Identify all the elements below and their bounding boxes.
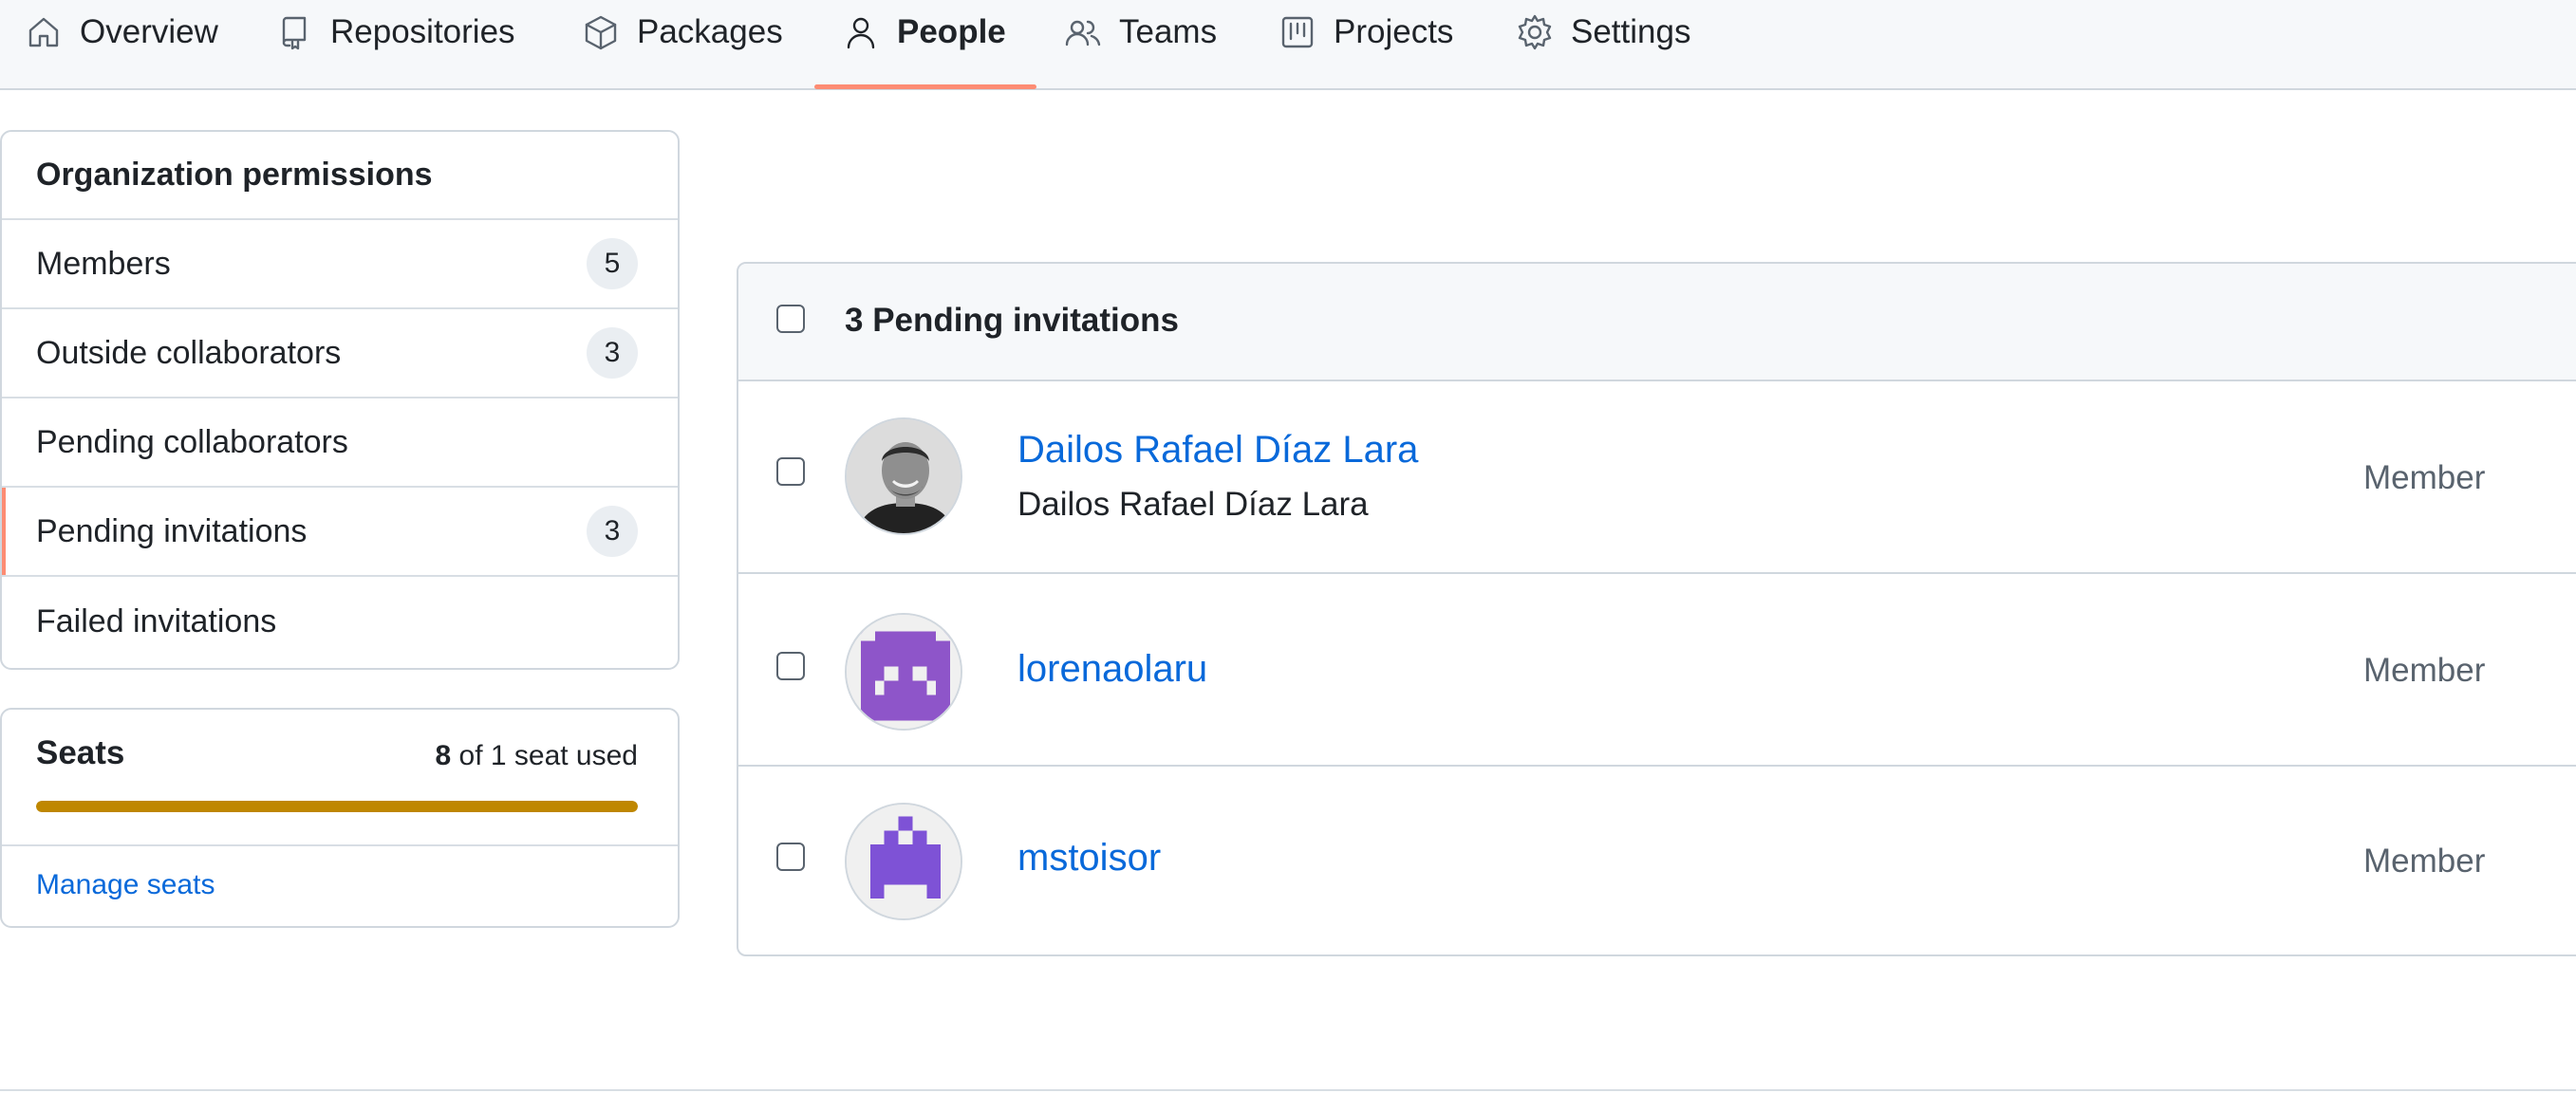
tab-projects[interactable]: Projects xyxy=(1279,0,1453,65)
member-login-link[interactable]: lorenaolaru xyxy=(1017,648,1207,691)
tab-settings-label: Settings xyxy=(1571,13,1691,50)
repo-icon xyxy=(282,16,307,50)
menu-heading: Organization permissions xyxy=(2,132,678,220)
photo-avatar[interactable] xyxy=(845,417,962,535)
tab-teams[interactable]: Teams xyxy=(1064,0,1217,65)
menu-item-label: Members xyxy=(36,245,171,282)
member-role: Member xyxy=(2363,652,2486,689)
seats-usage-text: 8 of 1 seat used xyxy=(436,740,639,772)
row-checkbox[interactable] xyxy=(776,457,805,486)
menu-item-label: Pending collaborators xyxy=(36,423,348,460)
tab-packages-label: Packages xyxy=(637,13,783,50)
menu-item-failed-invitations[interactable]: Failed invitations xyxy=(2,577,678,666)
member-role: Member xyxy=(2363,459,2486,496)
home-icon xyxy=(28,17,59,47)
manage-seats-link[interactable]: Manage seats xyxy=(36,869,215,901)
tab-repositories-label: Repositories xyxy=(330,13,515,50)
menu-item-members[interactable]: Members 5 xyxy=(2,220,678,309)
identicon-icon xyxy=(847,615,961,729)
project-icon xyxy=(1281,16,1314,48)
pending-invitations-panel: 3 Pending invitations Dailos Rafael Díaz… xyxy=(737,262,2576,956)
seats-progress-fill xyxy=(36,801,638,812)
table-row: lorenaolaru Member xyxy=(738,574,2576,767)
tab-settings[interactable]: Settings xyxy=(1516,0,1690,65)
package-icon xyxy=(585,15,617,50)
tab-people-label: People xyxy=(897,13,1006,50)
seats-title: Seats xyxy=(36,734,125,771)
menu-item-label: Failed invitations xyxy=(36,602,277,639)
tab-overview[interactable]: Overview xyxy=(25,0,218,65)
identicon-avatar[interactable] xyxy=(845,613,962,731)
member-role: Member xyxy=(2363,843,2486,880)
person-photo-icon xyxy=(847,419,961,533)
row-checkbox[interactable] xyxy=(776,652,805,680)
tab-overview-label: Overview xyxy=(80,13,218,50)
people-icon xyxy=(1065,20,1101,46)
seats-used-count: 8 xyxy=(435,740,452,771)
invitations-count-title: 3 Pending invitations xyxy=(845,302,1179,339)
invitations-header: 3 Pending invitations xyxy=(738,264,2576,381)
pending-invitations-count-badge: 3 xyxy=(587,506,638,557)
seats-progress-bar xyxy=(36,801,638,812)
tab-repositories[interactable]: Repositories xyxy=(275,0,515,65)
menu-item-label: Pending invitations xyxy=(36,512,308,549)
menu-item-pending-collaborators[interactable]: Pending collaborators xyxy=(2,398,678,488)
footer-divider xyxy=(0,1089,2576,1091)
seats-box: Seats 8 of 1 seat used Manage seats xyxy=(0,708,680,928)
permissions-menu: Organization permissions Members 5 Outsi… xyxy=(0,130,680,670)
tab-packages[interactable]: Packages xyxy=(582,0,783,65)
person-icon xyxy=(847,17,875,49)
identicon-avatar[interactable] xyxy=(845,803,962,920)
select-all-checkbox[interactable] xyxy=(776,305,805,333)
tab-people[interactable]: People xyxy=(842,0,1006,65)
active-tab-indicator xyxy=(814,84,1036,89)
member-full-name: Dailos Rafael Díaz Lara xyxy=(1017,486,1369,523)
row-checkbox[interactable] xyxy=(776,843,805,871)
member-login-link[interactable]: mstoisor xyxy=(1017,837,1161,880)
menu-item-outside-collaborators[interactable]: Outside collaborators 3 xyxy=(2,309,678,398)
outside-collaborators-count-badge: 3 xyxy=(587,327,638,379)
identicon-icon xyxy=(847,805,961,918)
menu-item-pending-invitations[interactable]: Pending invitations 3 xyxy=(2,488,678,577)
seats-of-text: of 1 seat used xyxy=(451,740,638,771)
table-row: mstoisor Member xyxy=(738,767,2576,954)
members-count-badge: 5 xyxy=(587,238,638,289)
gear-icon xyxy=(1518,14,1552,50)
tab-projects-label: Projects xyxy=(1334,13,1454,50)
seats-summary: Seats 8 of 1 seat used xyxy=(2,710,678,846)
menu-item-label: Outside collaborators xyxy=(36,334,342,371)
member-login-link[interactable]: Dailos Rafael Díaz Lara xyxy=(1017,429,1418,472)
table-row: Dailos Rafael Díaz Lara Dailos Rafael Dí… xyxy=(738,381,2576,574)
tab-teams-label: Teams xyxy=(1119,13,1218,50)
org-navigation: Overview Repositories Packages People Te… xyxy=(0,0,2576,90)
